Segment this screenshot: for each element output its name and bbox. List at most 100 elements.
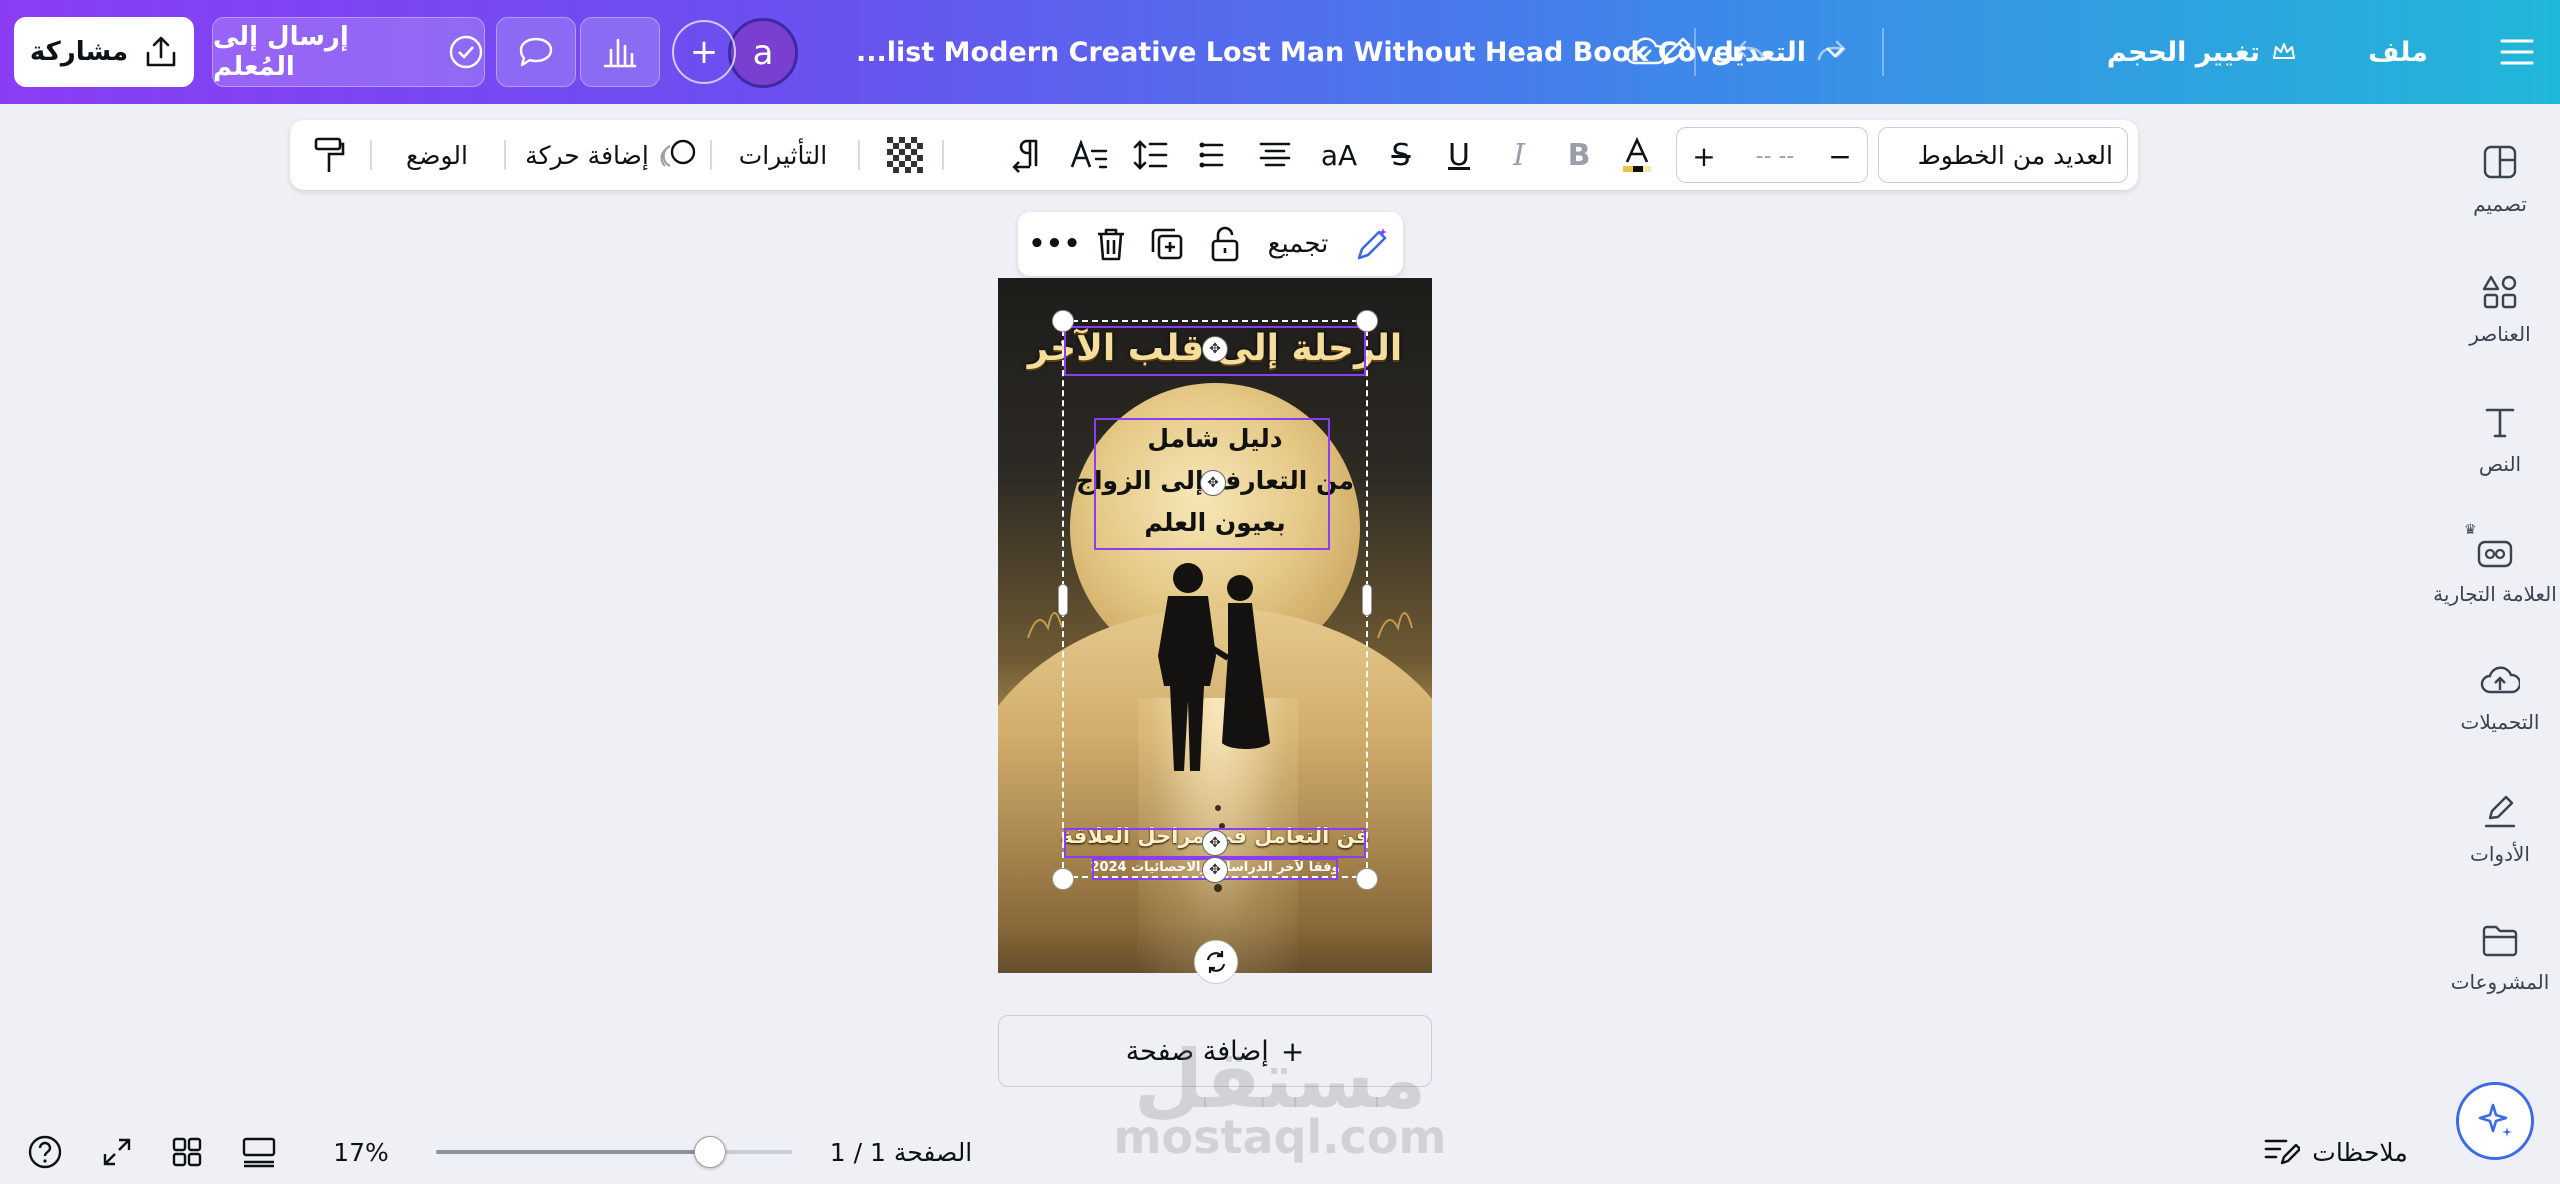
zoom-slider-fill — [436, 1150, 711, 1154]
sidebar-item-elements[interactable]: العناصر — [2440, 274, 2560, 384]
share-button[interactable]: مشاركة — [14, 17, 194, 87]
bar-chart-icon — [603, 36, 637, 68]
animate-button[interactable]: إضافة حركة — [516, 120, 706, 190]
text-toolbar: العديد من الخطوط − -- -- + B I U S aA ال… — [290, 120, 2138, 190]
rotate-handle[interactable] — [1194, 940, 1238, 984]
move-handle[interactable]: ✥ — [1202, 830, 1228, 856]
magic-edit-button[interactable] — [1348, 212, 1398, 276]
toolbar-divider — [710, 140, 712, 170]
sidebar-item-tools[interactable]: الأدوات — [2440, 794, 2560, 904]
effects-button[interactable]: التأثيرات — [722, 120, 844, 190]
redo-icon[interactable] — [1808, 30, 1858, 74]
document-title-text: ...list Modern Creative Lost Man Without… — [856, 36, 1746, 68]
position-label: الوضع — [405, 140, 468, 170]
sidebar-item-text[interactable]: النص — [2440, 404, 2560, 514]
group-label: تجميع — [1267, 229, 1329, 259]
brand-icon — [2476, 534, 2514, 570]
font-size-decrease-button[interactable]: − — [1825, 128, 1855, 184]
lock-button[interactable] — [1202, 212, 1248, 276]
send-to-teacher-button[interactable]: إرسال إلى المُعلم — [212, 17, 485, 87]
resize-handle-top-left[interactable] — [1052, 310, 1074, 332]
letter-case-button[interactable]: aA — [1310, 120, 1368, 190]
lock-open-icon — [1210, 226, 1240, 262]
sidebar-item-design[interactable]: تصميم — [2440, 144, 2560, 254]
list-button[interactable] — [1188, 120, 1238, 190]
resize-handle-bottom-left[interactable] — [1052, 868, 1074, 890]
align-center-button[interactable] — [1250, 120, 1300, 190]
zoom-level[interactable]: 17% — [318, 1120, 404, 1184]
resize-handle-right[interactable] — [1362, 584, 1372, 616]
text-style-button[interactable] — [1064, 120, 1114, 190]
italic-button[interactable]: I — [1494, 120, 1544, 190]
text-color-icon — [1619, 136, 1655, 174]
duplicate-button[interactable] — [1144, 212, 1190, 276]
move-handle[interactable]: ✥ — [1200, 470, 1226, 496]
toolbar-divider — [858, 140, 860, 170]
resize-handle-bottom-right[interactable] — [1356, 868, 1378, 890]
sidebar-item-uploads[interactable]: التحميلات — [2440, 664, 2560, 774]
resize-handle-left[interactable] — [1058, 584, 1068, 616]
duplicate-icon — [1150, 227, 1184, 261]
resize-button[interactable]: تغيير الحجم — [2107, 30, 2296, 74]
insights-button[interactable] — [580, 17, 660, 87]
position-button[interactable]: الوضع — [382, 120, 492, 190]
page-indicator[interactable]: الصفحة 1 / 1 — [816, 1120, 986, 1184]
font-size-input[interactable]: -- -- — [1735, 128, 1815, 184]
magic-assistant-button[interactable] — [2456, 1082, 2534, 1160]
grid-view-button[interactable] — [162, 1120, 212, 1184]
page-view-button[interactable] — [234, 1120, 284, 1184]
sidebar-item-brand[interactable]: ♛ العلامة التجارية — [2430, 522, 2560, 644]
line-spacing-icon — [1133, 138, 1169, 172]
text-t-icon — [2482, 404, 2518, 440]
move-handle[interactable]: ✥ — [1202, 857, 1228, 883]
add-collaborator-button[interactable]: + — [672, 20, 736, 84]
page-indicator-label: الصفحة 1 / 1 — [829, 1137, 973, 1167]
more-options-button[interactable]: ••• — [1028, 212, 1082, 276]
zoom-slider-thumb[interactable] — [694, 1136, 727, 1168]
document-title[interactable]: ...list Modern Creative Lost Man Without… — [856, 30, 1745, 74]
bold-button[interactable]: B — [1554, 120, 1604, 190]
sidebar-item-label: المشروعات — [2450, 970, 2550, 994]
help-icon — [27, 1134, 63, 1170]
sidebar-item-projects[interactable]: المشروعات — [2440, 924, 2560, 1034]
font-size-increase-button[interactable]: + — [1689, 128, 1719, 184]
resize-handle-top-right[interactable] — [1356, 310, 1378, 332]
delete-button[interactable] — [1088, 212, 1134, 276]
group-button[interactable]: تجميع — [1258, 212, 1338, 276]
hamburger-menu-icon[interactable] — [2492, 27, 2542, 77]
transparency-button[interactable] — [880, 120, 930, 190]
effects-label: التأثيرات — [738, 140, 828, 170]
share-label: مشاركة — [29, 37, 129, 67]
grid-icon — [171, 1136, 203, 1168]
shapes-icon — [2482, 274, 2518, 310]
move-handle[interactable]: ✥ — [1202, 336, 1228, 362]
underline-button[interactable]: U — [1434, 120, 1484, 190]
paint-roller-icon — [313, 136, 345, 174]
toolbar-divider — [370, 140, 372, 170]
font-family-label: العديد من الخطوط — [1917, 140, 2113, 170]
sidebar-item-label: تصميم — [2473, 192, 2527, 216]
font-family-dropdown[interactable]: العديد من الخطوط — [1878, 127, 2128, 183]
fullscreen-button[interactable] — [92, 1120, 142, 1184]
spacing-button[interactable] — [1126, 120, 1176, 190]
notes-button[interactable]: ملاحظات — [2256, 1120, 2416, 1184]
text-direction-button[interactable] — [1004, 120, 1054, 190]
underline-icon: U — [1448, 137, 1470, 173]
zoom-slider[interactable] — [436, 1136, 792, 1168]
check-circle-icon — [448, 34, 484, 70]
text-color-button[interactable] — [1612, 120, 1662, 190]
strikethrough-button[interactable]: S — [1376, 120, 1426, 190]
copy-style-button[interactable] — [304, 120, 354, 190]
sidebar-item-label: العناصر — [2469, 322, 2531, 346]
watermark-logo-text: مستقل — [1133, 1033, 1427, 1126]
text-style-icon — [1070, 139, 1108, 171]
file-menu[interactable]: ملف — [2368, 30, 2428, 74]
zoom-level-label: 17% — [333, 1137, 389, 1167]
sidebar-item-label: التحميلات — [2460, 710, 2540, 734]
upload-share-icon — [144, 35, 178, 69]
comments-button[interactable] — [496, 17, 576, 87]
animation-circles-icon — [657, 138, 697, 172]
help-button[interactable] — [20, 1120, 70, 1184]
cloud-upload-icon — [2480, 664, 2520, 698]
avatar[interactable]: a — [728, 18, 798, 88]
